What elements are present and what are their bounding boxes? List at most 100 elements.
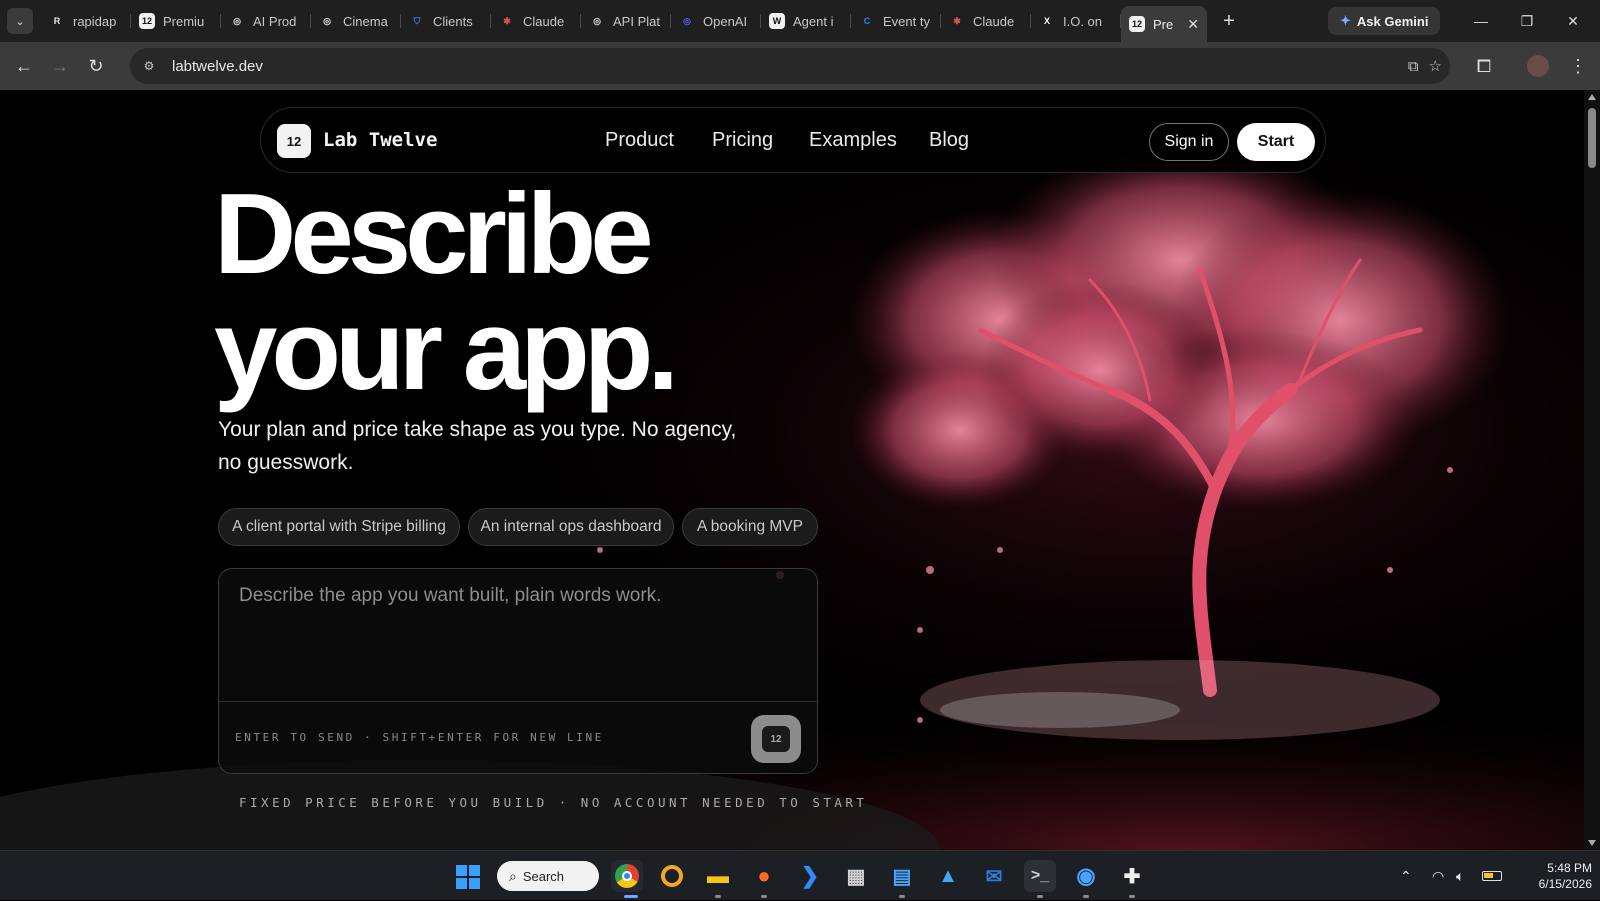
browser-tab[interactable]: ✱ Claude (491, 4, 581, 38)
start-button[interactable]: Start (1237, 123, 1315, 161)
clock-date: 6/15/2026 (1538, 877, 1592, 891)
windows-start-icon[interactable] (456, 865, 480, 889)
nav-link-examples[interactable]: Examples (809, 129, 897, 152)
send-button[interactable]: 12 (751, 715, 801, 763)
sign-in-button[interactable]: Sign in (1149, 123, 1229, 161)
browser-tab[interactable]: 12 Pre ✕ (1121, 6, 1207, 42)
browser-tab[interactable]: W Agent i (761, 4, 851, 38)
pricing-footnote: FIXED PRICE BEFORE YOU BUILD · NO ACCOUN… (239, 795, 868, 810)
wifi-icon[interactable]: ◠ (1432, 851, 1444, 901)
calculator-icon[interactable]: ▦ (840, 860, 872, 892)
url-text[interactable]: labtwelve.dev (172, 58, 263, 75)
tab-favicon-icon: ✱ (503, 15, 511, 26)
brand-logo-badge[interactable]: 12 (277, 124, 311, 158)
battery-icon[interactable] (1482, 851, 1502, 901)
nav-link-pricing[interactable]: Pricing (712, 129, 773, 152)
tab-label: Cinema (343, 13, 388, 29)
app-logo-icon[interactable]: ✚ (1116, 860, 1148, 892)
outlook-icon[interactable]: ✉ (978, 860, 1010, 892)
profile-avatar-icon[interactable] (1520, 48, 1556, 84)
photos-icon[interactable]: ▲ (932, 860, 964, 892)
nav-link-product[interactable]: Product (605, 129, 674, 152)
suggestion-chip-booking-mvp[interactable]: A booking MVP (682, 508, 818, 546)
tab-favicon-icon: ◎ (593, 15, 601, 26)
page-scrollbar[interactable] (1584, 90, 1600, 850)
suggestion-chip-client-portal[interactable]: A client portal with Stripe billing (218, 508, 460, 546)
tab-favicon-icon: ◎ (233, 15, 241, 26)
omnibox-actions: ⧉ ☆ (1408, 48, 1442, 84)
ask-gemini-button[interactable]: ✦ Ask Gemini (1328, 7, 1441, 35)
tab-label: Claude (973, 13, 1015, 29)
browser-tab[interactable]: X I.O. on (1031, 4, 1121, 38)
volume-icon[interactable]: 🔈︎ (1456, 851, 1464, 901)
forward-arrow-icon[interactable]: → (42, 48, 78, 84)
clock-time: 5:48 PM (1547, 861, 1592, 875)
browser-tab[interactable]: ◎ API Plat (581, 4, 671, 38)
back-arrow-icon[interactable]: ← (6, 48, 42, 84)
composer-divider (219, 701, 817, 702)
tab-favicon-icon: ✱ (953, 15, 961, 26)
circle-app-icon[interactable] (656, 860, 688, 892)
explorer-running-indicator (715, 895, 721, 898)
taskbar-search-box[interactable]: ⌕ Search (497, 861, 599, 891)
browser-tab[interactable]: 12 Premiu (131, 4, 221, 38)
docker-running-indicator (1083, 895, 1089, 898)
notepad-running-indicator (899, 895, 905, 898)
firefox-icon[interactable]: ● (748, 860, 780, 892)
scroll-up-arrow-icon[interactable] (1588, 94, 1596, 100)
browser-toolbar: ← → ↻ ⚙ labtwelve.dev ⧉ ☆ ⧠ ⋮ (0, 42, 1600, 90)
browser-tab[interactable]: ✱ Claude (941, 4, 1031, 38)
tab-label: OpenAI (703, 13, 748, 29)
terminal-running-indicator (1037, 895, 1043, 898)
install-app-icon[interactable]: ⧉ (1408, 58, 1419, 75)
tab-search-chevron-icon[interactable]: ⌄ (7, 8, 33, 34)
chrome-icon[interactable] (611, 860, 643, 892)
reload-icon[interactable]: ↻ (78, 48, 114, 84)
browser-tab[interactable]: ◎ AI Prod (221, 4, 311, 38)
close-tab-icon[interactable]: ✕ (1187, 16, 1199, 33)
address-bar[interactable]: ⚙ labtwelve.dev ⧉ ☆ (130, 48, 1450, 84)
docker-icon[interactable]: ◉ (1070, 860, 1102, 892)
tab-favicon-icon: ◎ (683, 15, 691, 26)
app-description-input[interactable] (239, 585, 799, 685)
minimize-icon[interactable]: — (1458, 0, 1504, 42)
tab-favicon-icon: ⛉ (413, 15, 421, 26)
extensions-puzzle-icon[interactable]: ⧠ (1466, 48, 1502, 84)
tab-label: Event ty (883, 13, 930, 29)
vscode-icon[interactable]: ❯ (794, 860, 826, 892)
system-clock[interactable]: 5:48 PM 6/15/2026 (1514, 860, 1592, 892)
tab-list: Rrapidap 12 Premiu ◎ AI Prod ◎ Cinema ⛉ Clients ✱… (41, 0, 1207, 42)
send-logo-icon: 12 (762, 726, 790, 752)
nav-link-blog[interactable]: Blog (929, 129, 969, 152)
scroll-down-arrow-icon[interactable] (1588, 840, 1596, 846)
page-viewport: 12 Lab Twelve Product Pricing Examples B… (0, 90, 1584, 850)
new-tab-plus-icon[interactable]: + (1215, 7, 1243, 35)
site-navbar: 12 Lab Twelve Product Pricing Examples B… (260, 107, 1326, 173)
close-window-icon[interactable]: ✕ (1550, 0, 1596, 42)
suggestion-chip-ops-dashboard[interactable]: An internal ops dashboard (468, 508, 674, 546)
search-icon: ⌕ (509, 867, 517, 884)
firefox-running-indicator (761, 895, 767, 898)
gemini-star-icon: ✦ (1340, 13, 1351, 28)
browser-tab[interactable]: ◎ OpenAI (671, 4, 761, 38)
file-explorer-icon[interactable]: ▬ (702, 860, 734, 892)
browser-tab[interactable]: C Event ty (851, 4, 941, 38)
tab-favicon-icon: R (53, 16, 61, 26)
notepad-icon[interactable]: ▤ (886, 860, 918, 892)
browser-tab[interactable]: ⛉ Clients (401, 4, 491, 38)
tray-overflow-chevron-icon[interactable]: ⌃ (1400, 851, 1412, 901)
restore-icon[interactable]: ❐ (1504, 0, 1550, 42)
site-info-icon[interactable]: ⚙ (136, 53, 162, 79)
tab-favicon-icon: 12 (139, 13, 155, 29)
tab-label: Agent i (793, 13, 834, 29)
tab-label: Claude (523, 13, 565, 29)
tab-label: AI Prod (253, 13, 297, 29)
bookmark-star-icon[interactable]: ☆ (1429, 57, 1442, 75)
scrollbar-thumb[interactable] (1588, 108, 1596, 168)
browser-menu-icon[interactable]: ⋮ (1560, 48, 1596, 84)
browser-tab[interactable]: ◎ Cinema (311, 4, 401, 38)
browser-tab[interactable]: Rrapidap (41, 4, 131, 38)
terminal-icon[interactable]: >_ (1024, 860, 1056, 892)
hero-headline-line-1: Describe (214, 171, 654, 298)
brand-name[interactable]: Lab Twelve (323, 129, 437, 151)
